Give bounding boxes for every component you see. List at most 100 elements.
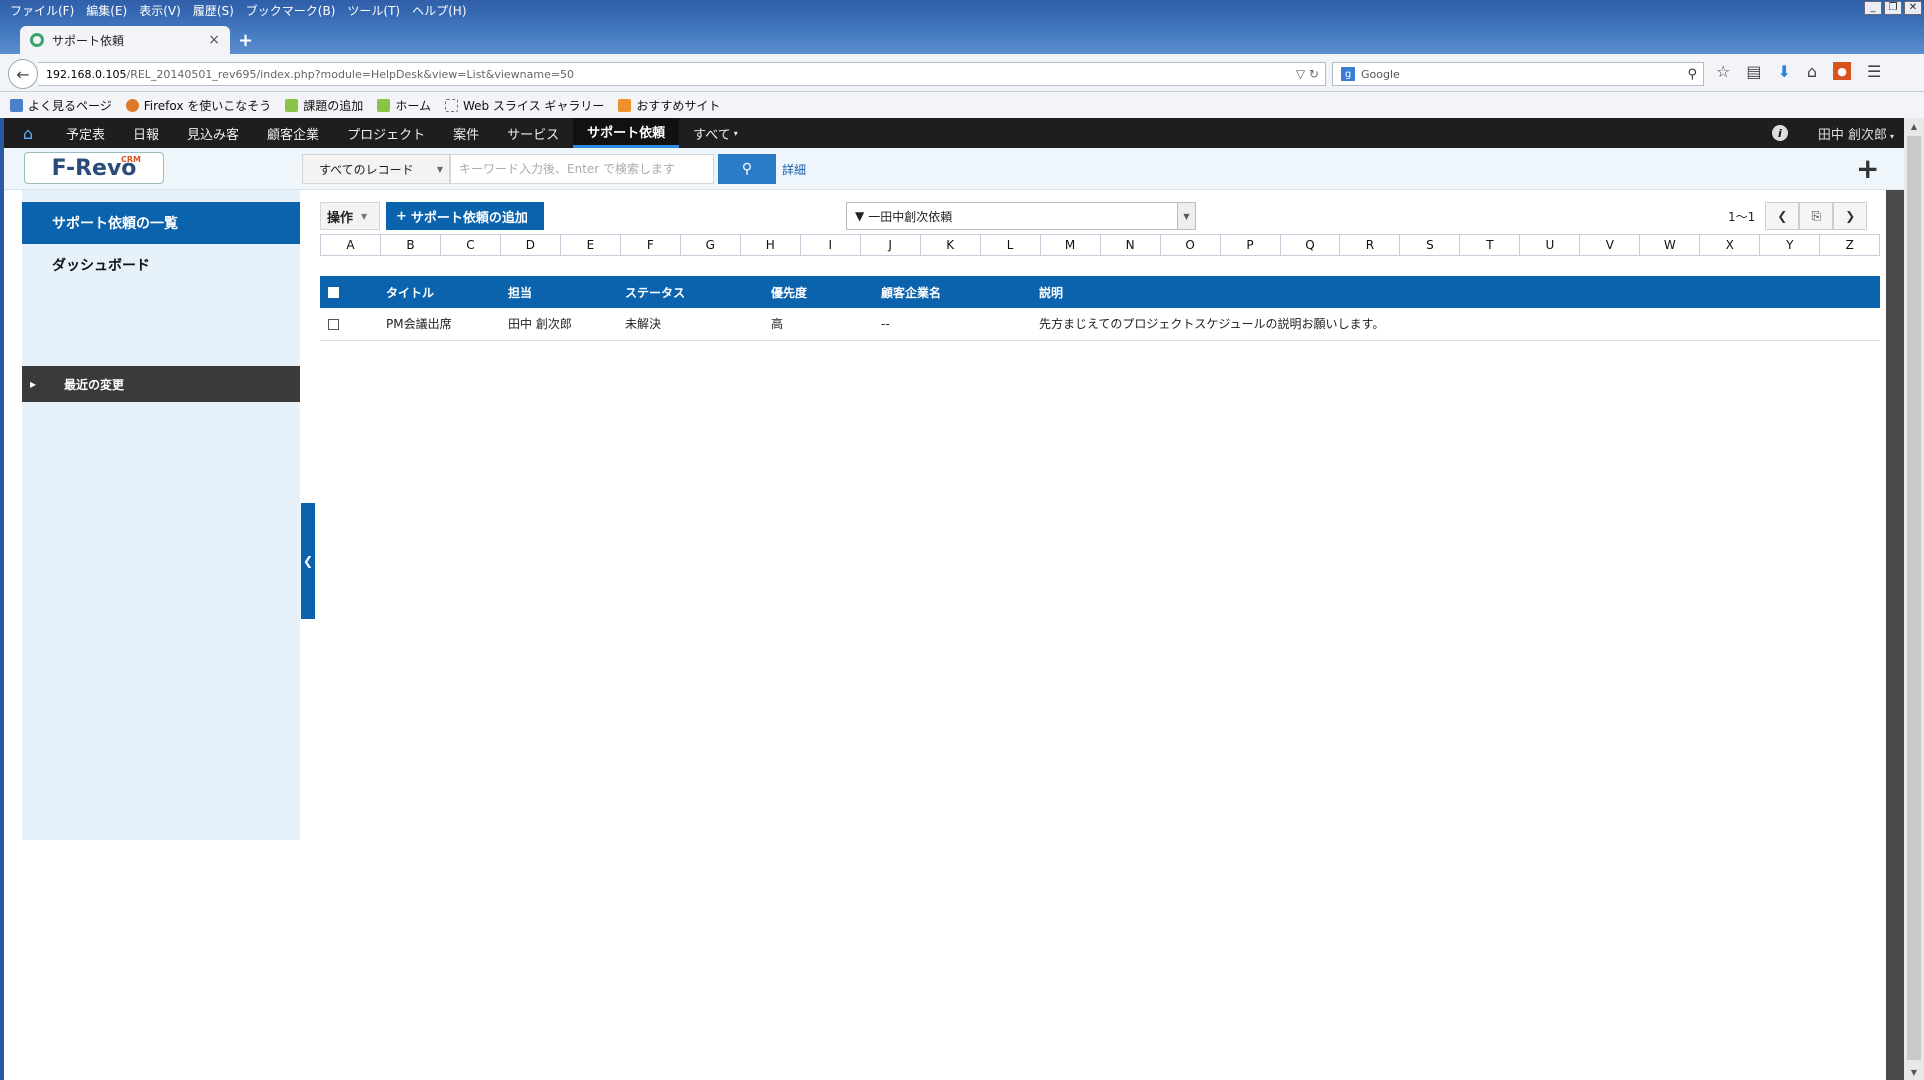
alphabet-letter-k[interactable]: K xyxy=(921,235,981,255)
bookmark-star-icon[interactable]: ☆ xyxy=(1716,62,1730,81)
bookmark-frequent[interactable]: よく見るページ xyxy=(10,97,112,114)
col-description[interactable]: 説明 xyxy=(1039,276,1880,308)
alphabet-letter-n[interactable]: N xyxy=(1101,235,1161,255)
alphabet-letter-d[interactable]: D xyxy=(501,235,561,255)
back-arrow-icon[interactable]: ← xyxy=(8,59,38,89)
row-checkbox[interactable] xyxy=(328,318,339,330)
browser-tab[interactable]: サポート依頼 × xyxy=(20,26,230,54)
menu-bookmarks[interactable]: ブックマーク(B) xyxy=(242,2,344,19)
menu-edit[interactable]: 編集(E) xyxy=(82,2,135,19)
nav-all[interactable]: すべて ▾ xyxy=(679,118,752,148)
next-page-icon[interactable]: ❯ xyxy=(1833,202,1868,230)
bookmark-add-issue[interactable]: 課題の追加 xyxy=(285,97,363,114)
menu-tools[interactable]: ツール(T) xyxy=(343,2,408,19)
alphabet-letter-j[interactable]: J xyxy=(861,235,921,255)
alphabet-letter-v[interactable]: V xyxy=(1580,235,1641,255)
info-icon[interactable]: i xyxy=(1771,125,1788,141)
col-account[interactable]: 顧客企業名 xyxy=(881,276,1039,308)
scroll-thumb[interactable] xyxy=(1907,136,1921,1060)
cell-title[interactable]: PM会議出席 xyxy=(386,308,508,341)
chevron-down-icon: ▾ xyxy=(1889,131,1894,141)
alphabet-letter-s[interactable]: S xyxy=(1400,235,1461,255)
reload-icon[interactable]: ▽ ↻ xyxy=(1296,67,1319,81)
app-home-icon[interactable]: ⌂ xyxy=(4,118,52,148)
add-helpdesk-button[interactable]: + サポート依頼の追加 xyxy=(386,202,544,230)
magnifier-icon[interactable]: ⚲ xyxy=(1687,67,1697,82)
alphabet-letter-c[interactable]: C xyxy=(441,235,501,255)
alphabet-letter-p[interactable]: P xyxy=(1221,235,1281,255)
new-tab-icon[interactable]: + xyxy=(238,30,253,51)
alphabet-letter-t[interactable]: T xyxy=(1460,235,1521,255)
download-icon[interactable]: ⬇ xyxy=(1777,62,1790,81)
logo[interactable]: F-Revo CRM xyxy=(24,152,164,184)
nav-helpdesk[interactable]: サポート依頼 xyxy=(573,118,680,148)
quick-create-icon[interactable]: + xyxy=(1856,152,1879,185)
bookmark-web-slice[interactable]: Web スライス ギャラリー xyxy=(444,97,604,114)
vertical-scrollbar[interactable]: ▲ ▼ xyxy=(1904,118,1924,1080)
nav-services[interactable]: サービス xyxy=(493,118,573,148)
filter-select[interactable]: ▼ 一田中創次依頼 ▼ xyxy=(846,202,1196,230)
alphabet-letter-x[interactable]: X xyxy=(1700,235,1761,255)
alphabet-letter-q[interactable]: Q xyxy=(1281,235,1341,255)
sidebar-recent-changes[interactable]: ▸ 最近の変更 xyxy=(22,366,300,402)
menu-help[interactable]: ヘルプ(H) xyxy=(408,2,474,19)
url-bar[interactable]: 192.168.0.105/REL_20140501_rev695/index.… xyxy=(38,62,1326,86)
advanced-search-link[interactable]: 詳細 xyxy=(782,161,806,178)
record-select[interactable]: すべてのレコード ▼ xyxy=(302,154,450,184)
nav-deals[interactable]: 案件 xyxy=(439,118,493,148)
alphabet-letter-o[interactable]: O xyxy=(1161,235,1221,255)
alphabet-letter-y[interactable]: Y xyxy=(1760,235,1821,255)
actions-dropdown[interactable]: 操作 ▼ xyxy=(320,202,380,230)
alphabet-letter-f[interactable]: F xyxy=(621,235,681,255)
bookmark-home[interactable]: ホーム xyxy=(377,97,431,114)
nav-calendar[interactable]: 予定表 xyxy=(52,118,119,148)
alphabet-letter-g[interactable]: G xyxy=(681,235,741,255)
search-button[interactable]: ⚲ xyxy=(718,154,776,184)
alphabet-letter-u[interactable]: U xyxy=(1520,235,1581,255)
home-icon[interactable]: ⌂ xyxy=(1807,62,1817,81)
alphabet-letter-w[interactable]: W xyxy=(1640,235,1701,255)
alphabet-letter-h[interactable]: H xyxy=(741,235,801,255)
scroll-up-icon[interactable]: ▲ xyxy=(1904,118,1924,134)
bookmark-firefox[interactable]: Firefox を使いこなそう xyxy=(125,97,271,114)
nav-projects[interactable]: プロジェクト xyxy=(333,118,439,148)
select-all-checkbox[interactable] xyxy=(328,287,339,298)
close-tab-icon[interactable]: × xyxy=(208,32,220,48)
close-window-button[interactable]: ✕ xyxy=(1904,1,1922,15)
prev-page-icon[interactable]: ❮ xyxy=(1765,202,1800,230)
nav-leads[interactable]: 見込み客 xyxy=(173,118,253,148)
user-menu[interactable]: 田中 創次郎 ▾ xyxy=(1818,124,1894,143)
jump-page-icon[interactable]: ⎘ xyxy=(1799,202,1834,230)
alphabet-letter-i[interactable]: I xyxy=(801,235,861,255)
col-assignee[interactable]: 担当 xyxy=(508,276,625,308)
col-priority[interactable]: 優先度 xyxy=(771,276,881,308)
extension-icon[interactable]: ● xyxy=(1833,62,1852,80)
chevron-down-icon[interactable]: ▼ xyxy=(1177,203,1195,229)
hamburger-menu-icon[interactable]: ☰ xyxy=(1867,62,1881,81)
col-title[interactable]: タイトル xyxy=(386,276,508,308)
sidebar-item-helpdesk-list[interactable]: サポート依頼の一覧 xyxy=(22,202,300,244)
scroll-down-icon[interactable]: ▼ xyxy=(1904,1064,1924,1080)
nav-accounts[interactable]: 顧客企業 xyxy=(253,118,333,148)
menu-file[interactable]: ファイル(F) xyxy=(6,2,82,19)
col-status[interactable]: ステータス xyxy=(625,276,771,308)
keyword-search-input[interactable] xyxy=(450,154,714,184)
alphabet-letter-b[interactable]: B xyxy=(381,235,441,255)
bookmark-recommended[interactable]: おすすめサイト xyxy=(618,97,720,114)
nav-daily-report[interactable]: 日報 xyxy=(119,118,173,148)
table-row[interactable]: PM会議出席 田中 創次郎 未解決 高 -- 先方まじえてのプロジェクトスケジュ… xyxy=(320,308,1880,341)
reading-list-icon[interactable]: ▤ xyxy=(1746,62,1761,81)
alphabet-letter-r[interactable]: R xyxy=(1340,235,1401,255)
sidebar-item-dashboard[interactable]: ダッシュボード xyxy=(22,244,300,286)
browser-search-bar[interactable]: g Google ⚲ xyxy=(1332,62,1704,86)
menu-history[interactable]: 履歴(S) xyxy=(189,2,242,19)
sidebar-collapse-handle[interactable]: ❮ xyxy=(301,503,315,619)
alphabet-letter-m[interactable]: M xyxy=(1041,235,1101,255)
alphabet-letter-e[interactable]: E xyxy=(561,235,621,255)
alphabet-letter-l[interactable]: L xyxy=(981,235,1041,255)
minimize-button[interactable]: _ xyxy=(1864,1,1882,15)
restore-button[interactable]: ❐ xyxy=(1884,1,1902,15)
alphabet-letter-z[interactable]: Z xyxy=(1820,235,1879,255)
alphabet-letter-a[interactable]: A xyxy=(321,235,381,255)
menu-view[interactable]: 表示(V) xyxy=(135,2,189,19)
